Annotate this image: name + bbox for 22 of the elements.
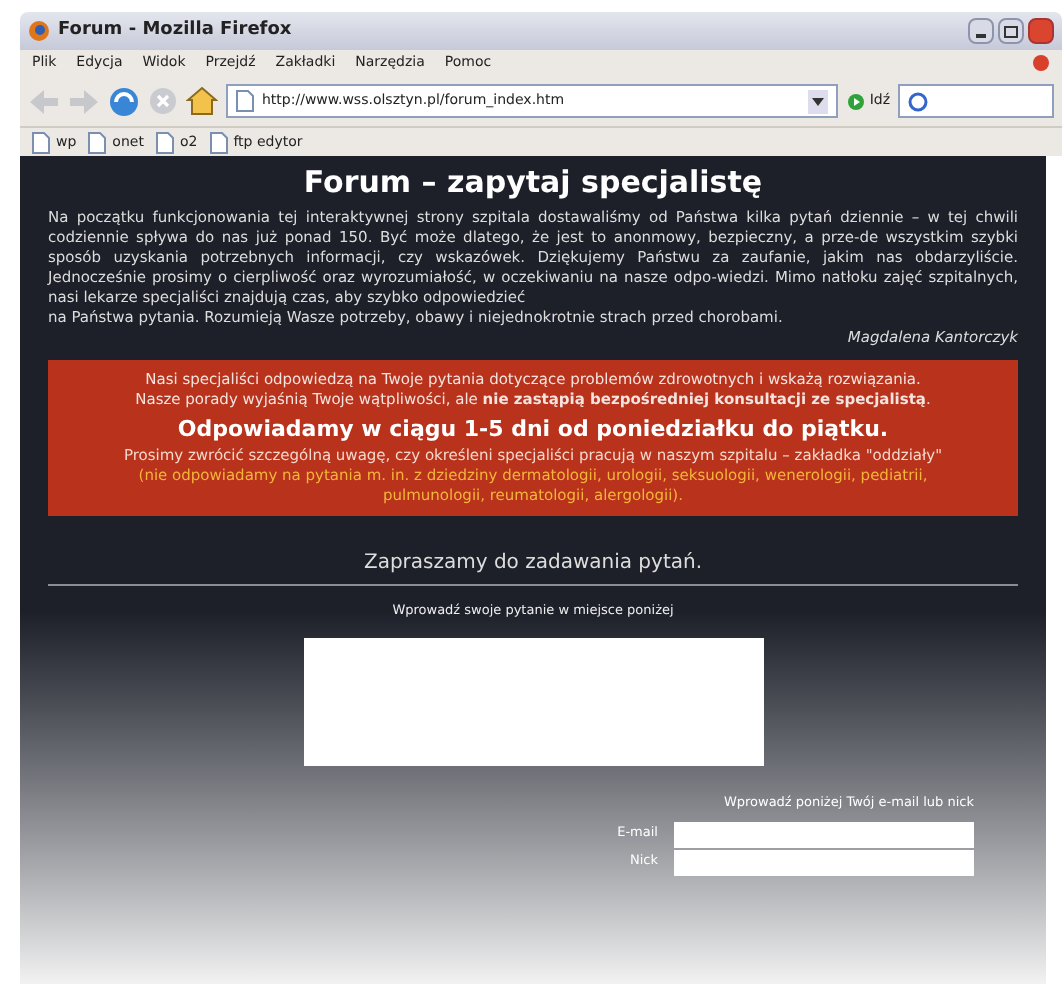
maximize-button[interactable] bbox=[998, 18, 1024, 44]
notice-headline: Odpowiadamy w ciągu 1-5 dni od poniedziałku do piątku. bbox=[175, 414, 891, 446]
search-engine-icon bbox=[908, 91, 928, 111]
search-field[interactable] bbox=[898, 84, 1054, 118]
browser-logo-icon bbox=[28, 20, 50, 42]
question-field[interactable] bbox=[303, 637, 763, 766]
minimize-button[interactable] bbox=[968, 18, 994, 44]
close-button[interactable] bbox=[1028, 18, 1054, 44]
text-field[interactable] bbox=[674, 849, 974, 875]
page-icon bbox=[155, 131, 174, 153]
stop-icon bbox=[1032, 54, 1050, 72]
invite-heading: Zapraszamy do zadawania pytań. bbox=[48, 548, 1018, 586]
home-icon[interactable] bbox=[186, 86, 218, 116]
page-heading: Forum – zapytaj specjalistę bbox=[301, 164, 765, 200]
page-icon bbox=[32, 131, 50, 153]
page-icon bbox=[209, 131, 228, 153]
text-field[interactable] bbox=[674, 821, 974, 847]
window-title: Forum - Mozilla Firefox bbox=[58, 17, 292, 44]
page-icon bbox=[88, 131, 107, 153]
reload-icon[interactable] bbox=[108, 85, 140, 117]
play-icon bbox=[845, 91, 866, 111]
page-icon bbox=[236, 90, 254, 112]
